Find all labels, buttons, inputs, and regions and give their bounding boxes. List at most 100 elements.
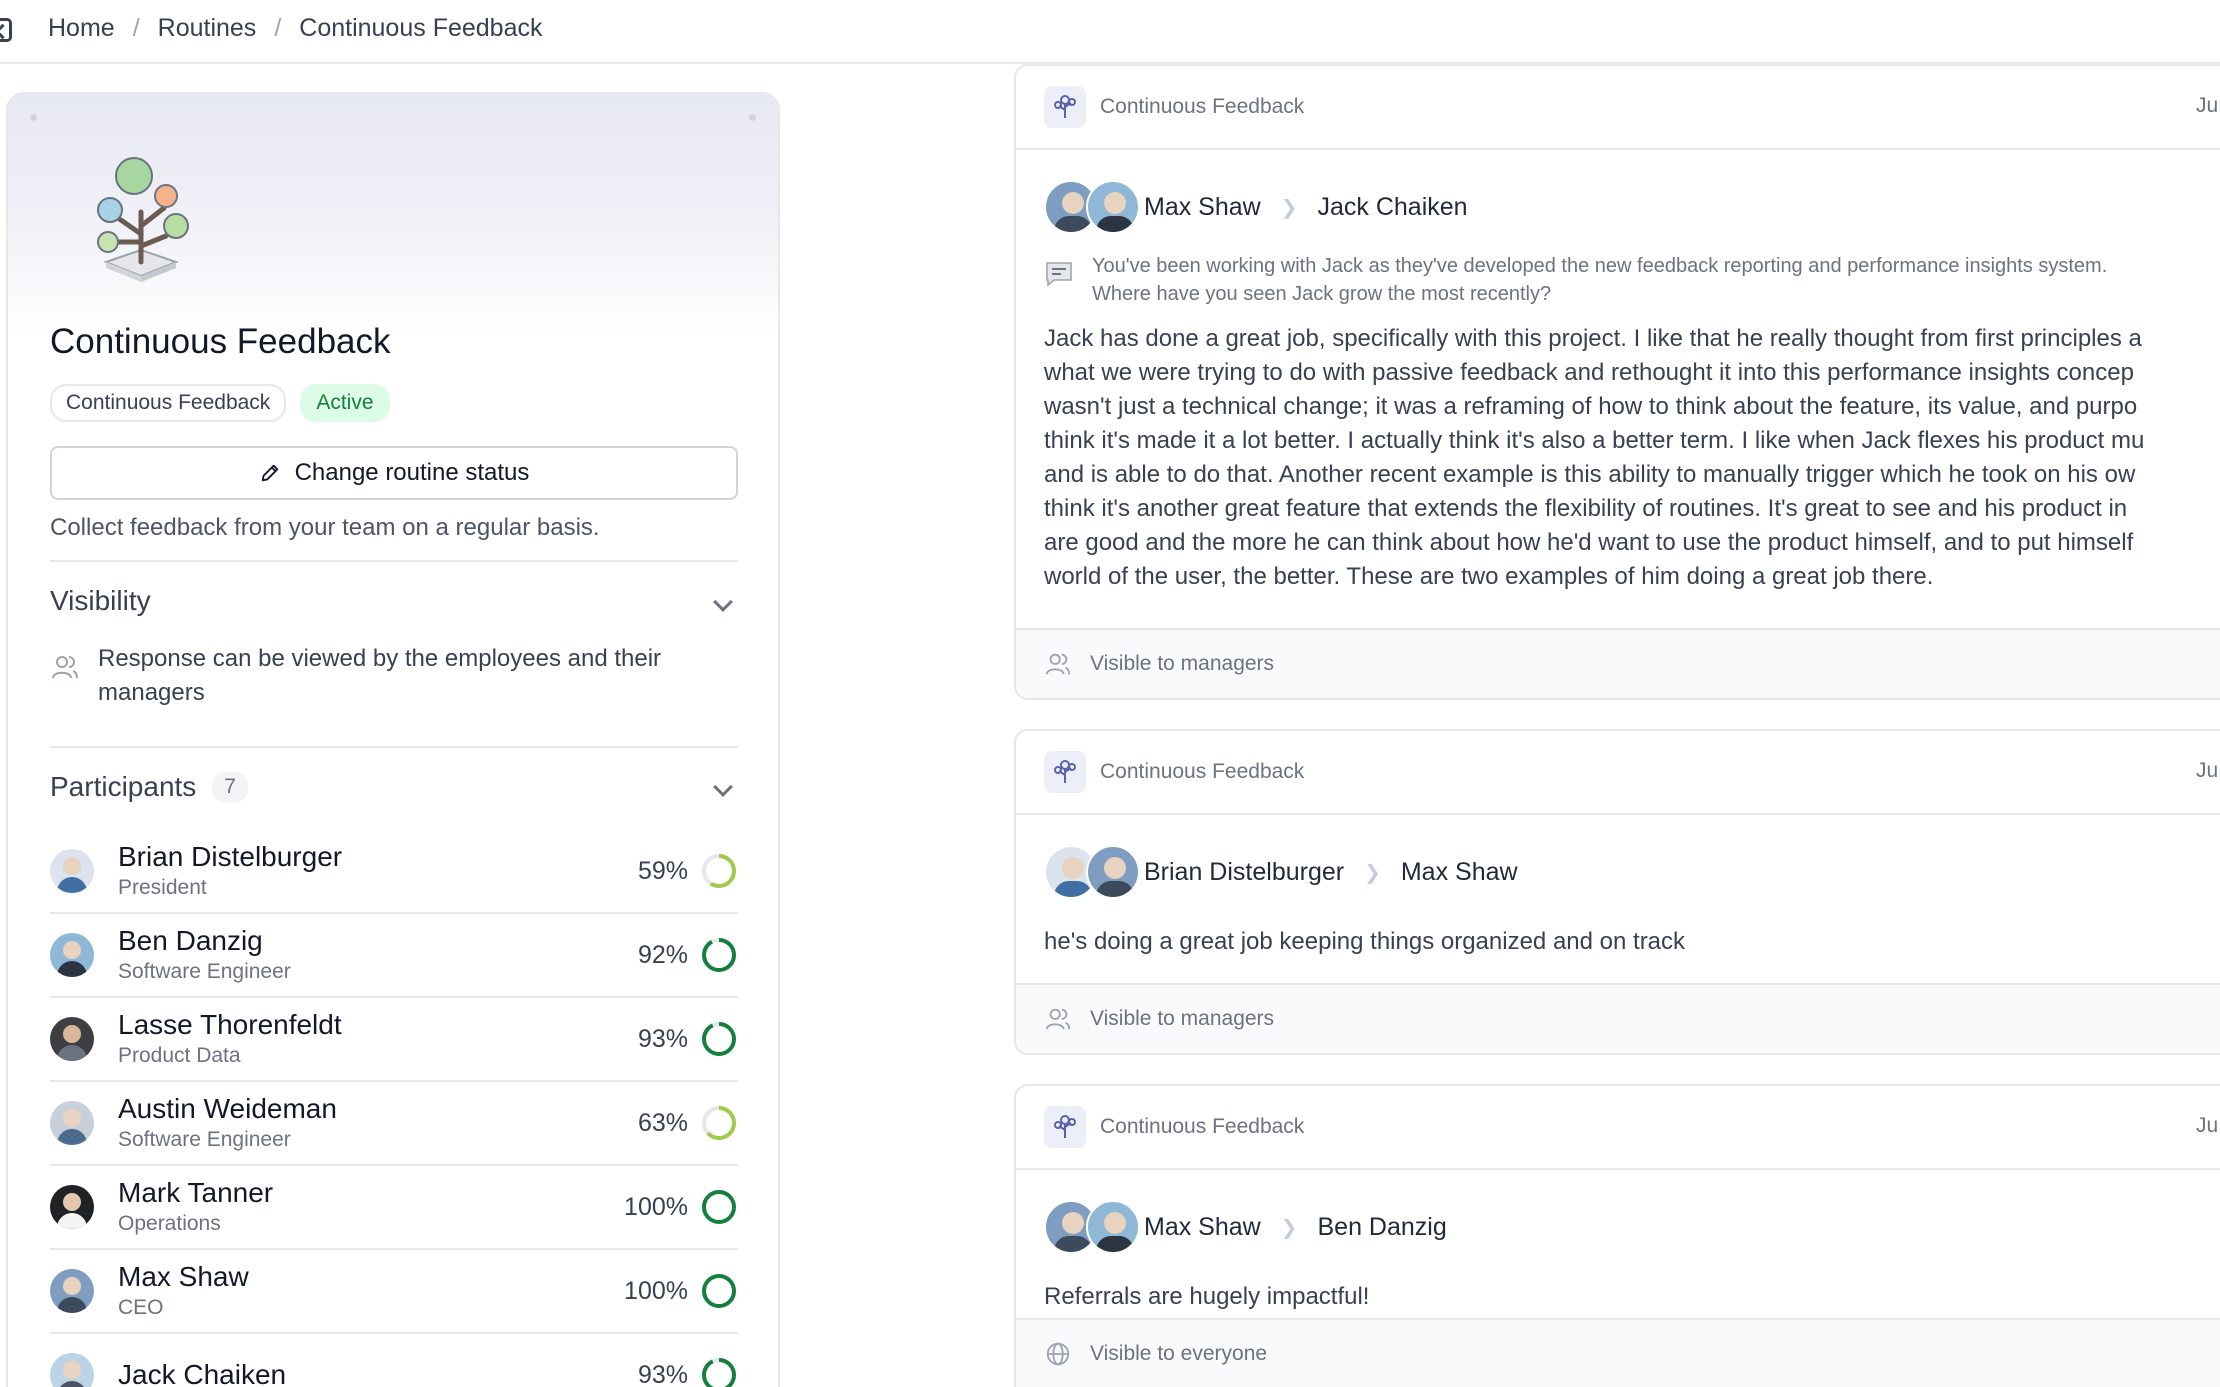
visibility-label: Visible to managers — [1090, 1007, 1275, 1030]
participant-name: Ben Danzig — [118, 925, 263, 956]
participant-percent: 100% — [624, 1276, 688, 1305]
feedback-pair: Max Shaw ❯ Ben Danzig — [1016, 1170, 2220, 1262]
participants-section-header[interactable]: Participants 7 — [50, 750, 248, 824]
change-routine-status-label: Change routine status — [294, 459, 530, 486]
ring-progress — [702, 1022, 736, 1056]
visibility-label: Visible to everyone — [1090, 1342, 1268, 1365]
arrow-right-icon: ❯ — [1364, 861, 1381, 884]
visibility-text: Response can be viewed by the employees … — [98, 645, 662, 706]
avatar — [1086, 1200, 1140, 1254]
feedback-pair: Max Shaw ❯ Jack Chaiken — [1016, 150, 2220, 242]
visibility-section-header[interactable]: Visibility — [50, 564, 151, 638]
card-routine-name: Continuous Feedback — [1100, 1115, 1305, 1138]
avatar — [50, 1101, 94, 1145]
card-routine-name: Continuous Feedback — [1100, 760, 1305, 783]
from-name[interactable]: Brian Distelburger — [1144, 858, 1344, 887]
participant-row[interactable]: Austin Weideman Software Engineer 63% — [50, 1082, 738, 1166]
pair-avatars — [1044, 180, 1144, 234]
globe-icon — [1046, 1342, 1070, 1366]
answer-text: Referrals are hugely impactful! — [1044, 1283, 1370, 1310]
card-footer: Visible to everyone — [1016, 1318, 2220, 1387]
feedback-card[interactable]: Continuous Feedback Ju Max Shaw ❯ Ben Da… — [1014, 1084, 2220, 1387]
participants-list: Brian Distelburger President 59% Ben Danz… — [50, 830, 738, 1387]
participant-row[interactable]: Brian Distelburger President 59% — [50, 830, 738, 914]
card-routine-name: Continuous Feedback — [1100, 95, 1305, 118]
completion-ring-icon — [702, 1106, 736, 1140]
people-icon — [1045, 1008, 1071, 1030]
card-header: Continuous Feedback Ju — [1016, 731, 2220, 815]
ring-progress — [702, 938, 736, 972]
change-routine-status-button[interactable]: Change routine status — [50, 446, 738, 500]
from-name[interactable]: Max Shaw — [1144, 193, 1261, 222]
arrow-right-icon: ❯ — [1280, 1216, 1298, 1239]
to-name[interactable]: Jack Chaiken — [1317, 193, 1467, 222]
visibility-title: Visibility — [50, 585, 151, 616]
participant-name: Austin Weideman — [118, 1093, 337, 1124]
avatar — [50, 1185, 94, 1229]
participant-role: Product Data — [118, 1044, 241, 1067]
from-name[interactable]: Max Shaw — [1144, 1213, 1261, 1242]
breadcrumb-separator: / — [274, 14, 282, 42]
completion-ring-icon — [702, 854, 736, 888]
participant-percent: 63% — [637, 1108, 688, 1137]
visibility-info: Response can be viewed by the employees … — [50, 642, 738, 710]
breadcrumb-routines[interactable]: Routines — [158, 14, 257, 43]
pencil-icon — [261, 464, 278, 482]
card-footer: Visible to managers — [1016, 983, 2220, 1053]
divider — [50, 560, 738, 562]
participant-row[interactable]: Mark Tanner Operations 100% — [50, 1166, 738, 1250]
feedback-card[interactable]: Continuous Feedback Ju Max Shaw ❯ Jack C… — [1014, 64, 2220, 700]
participants-title: Participants — [50, 771, 197, 802]
breadcrumb-home[interactable]: Home — [48, 14, 115, 43]
people-icon — [52, 656, 78, 679]
participant-role: Operations — [118, 1212, 221, 1235]
card-header: Continuous Feedback Ju — [1016, 1086, 2220, 1170]
routine-tags: Continuous Feedback Active — [50, 384, 390, 422]
arrow-right-icon: ❯ — [1280, 196, 1298, 219]
breadcrumb-separator: / — [132, 14, 140, 42]
participant-name: Max Shaw — [118, 1261, 249, 1292]
completion-ring-icon — [702, 1274, 736, 1308]
feedback-card[interactable]: Continuous Feedback Ju Brian Distelburge… — [1014, 729, 2220, 1055]
participant-name: Mark Tanner — [118, 1177, 274, 1208]
avatar — [50, 849, 94, 893]
ring-progress — [702, 1190, 736, 1224]
routine-tree-icon — [1044, 751, 1086, 793]
completion-ring-icon — [702, 1190, 736, 1224]
avatar — [1086, 845, 1140, 899]
to-name[interactable]: Ben Danzig — [1317, 1213, 1446, 1242]
avatar — [50, 1269, 94, 1313]
pair-avatars — [1044, 845, 1144, 899]
card-date: Ju — [2196, 1114, 2219, 1137]
participants-count-badge: 7 — [212, 772, 248, 802]
avatar — [50, 1353, 94, 1387]
participant-percent: 100% — [624, 1192, 688, 1221]
participant-row[interactable]: Ben Danzig Software Engineer 92% — [50, 914, 738, 998]
decorative-dot — [30, 114, 37, 121]
to-name[interactable]: Max Shaw — [1401, 858, 1518, 887]
pair-avatars — [1044, 1200, 1144, 1254]
completion-ring-icon — [702, 938, 736, 972]
routine-type-tag: Continuous Feedback — [50, 384, 287, 422]
participant-row[interactable]: Max Shaw CEO 100% — [50, 1250, 738, 1334]
chevron-down-icon[interactable] — [713, 592, 733, 612]
question-text: You've been working with Jack as they've… — [1092, 255, 2108, 305]
participant-percent: 93% — [637, 1360, 688, 1387]
routine-title: Continuous Feedback — [50, 322, 391, 361]
participant-role: President — [118, 876, 207, 899]
participant-row[interactable]: Lasse Thorenfeldt Product Data 93% — [50, 998, 738, 1082]
card-date: Ju — [2196, 759, 2219, 782]
panel-toggle-icon[interactable] — [0, 18, 12, 42]
participant-row[interactable]: Jack Chaiken 93% — [50, 1334, 738, 1387]
routine-tree-icon — [1044, 86, 1086, 128]
participant-name: Jack Chaiken — [118, 1359, 287, 1387]
decorative-dot — [749, 114, 756, 121]
participant-percent: 59% — [637, 856, 688, 885]
chevron-down-icon[interactable] — [713, 777, 733, 797]
participant-role: Software Engineer — [118, 1128, 291, 1151]
feedback-pair: Brian Distelburger ❯ Max Shaw — [1016, 815, 2220, 907]
avatar — [1086, 180, 1140, 234]
participant-percent: 93% — [637, 1024, 688, 1053]
breadcrumb: Home / Routines / Continuous Feedback — [48, 14, 542, 43]
card-header: Continuous Feedback Ju — [1016, 66, 2220, 150]
